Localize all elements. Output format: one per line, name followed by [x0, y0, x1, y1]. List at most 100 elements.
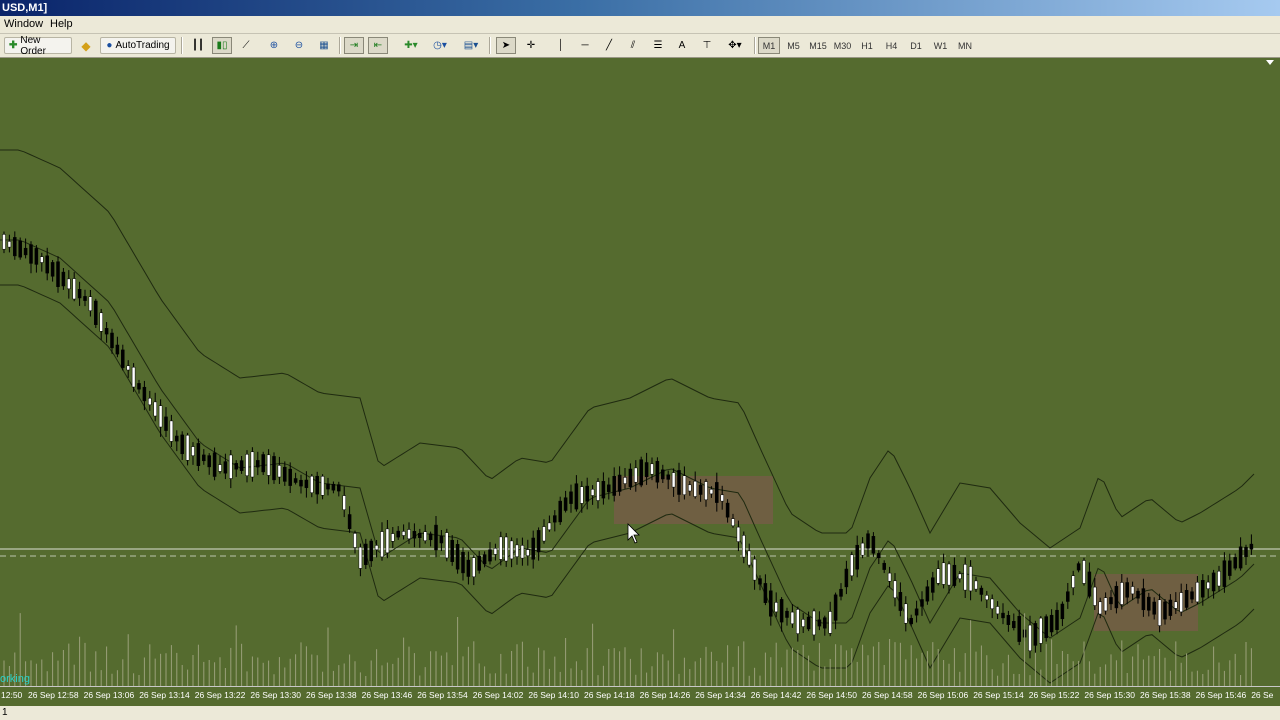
new-order-label: New Order — [20, 34, 46, 57]
candle-body — [331, 483, 336, 491]
candle-body — [223, 461, 228, 474]
candle-body — [218, 464, 222, 472]
candle-body — [1098, 601, 1102, 615]
candle-body — [569, 491, 573, 504]
periods-button[interactable]: ◷▾ — [428, 37, 452, 54]
candle-body — [434, 524, 438, 551]
zoom-in-button[interactable]: ⊕ — [264, 37, 284, 54]
bar-chart-button[interactable]: ┃┃ — [189, 37, 207, 54]
toolbar-separator — [181, 37, 183, 54]
candle-body — [1136, 590, 1140, 599]
timeframe-h4-button[interactable]: H4 — [881, 37, 903, 54]
candle-body — [72, 278, 76, 300]
candle-body — [342, 495, 346, 510]
candle-body — [655, 461, 660, 483]
candle-body — [499, 536, 503, 560]
candle-body — [488, 549, 492, 562]
timeframe-m1-button[interactable]: M1 — [758, 37, 780, 54]
timeframe-m15-button[interactable]: M15 — [807, 37, 829, 54]
channel-button[interactable]: ⫽ — [623, 37, 643, 54]
candle-body — [99, 312, 103, 332]
candle-body — [504, 536, 508, 562]
time-tick-label: 26 Sep 15:38 — [1140, 690, 1191, 700]
candle-body — [245, 454, 249, 476]
time-tick-label: 26 Sep 13:22 — [194, 690, 246, 700]
timeframe-m30-button[interactable]: M30 — [832, 37, 854, 54]
autotrading-button[interactable]: ● AutoTrading — [100, 37, 176, 54]
candle-body — [1114, 585, 1119, 609]
horizontal-line-button[interactable]: ─ — [575, 37, 595, 54]
candle-body — [1222, 560, 1227, 587]
vertical-line-button[interactable]: │ — [551, 37, 571, 54]
scroll-arrow-icon — [1266, 60, 1274, 65]
candlestick-button[interactable]: ▮▯ — [212, 37, 232, 54]
candle-body — [553, 515, 557, 523]
timeframe-mn-button[interactable]: MN — [954, 37, 976, 54]
candle-body — [963, 564, 967, 591]
text-tool-button[interactable]: A — [672, 37, 692, 54]
tile-windows-button[interactable]: ▦ — [314, 37, 334, 54]
timeframe-d1-button[interactable]: D1 — [905, 37, 927, 54]
candle-body — [920, 599, 924, 607]
candle-body — [493, 548, 498, 555]
meta-editor-button[interactable]: ◆ — [77, 37, 95, 54]
chart-shift-icon: ⇤ — [373, 40, 383, 51]
candle-body — [968, 566, 973, 592]
crosshair-tool-button[interactable]: ✛ — [521, 37, 541, 54]
candle-body — [250, 451, 255, 478]
candle-body — [169, 420, 174, 442]
indicators-button[interactable]: ✚▾ — [399, 37, 423, 54]
candle-body — [1238, 546, 1243, 569]
time-tick-label: 26 Sep 14:34 — [695, 690, 746, 700]
candle-body — [682, 475, 687, 495]
cursor-tool-button[interactable]: ➤ — [496, 37, 516, 54]
candle-body — [1076, 563, 1081, 571]
candle-body — [131, 366, 136, 388]
trendline-button[interactable]: ╱ — [599, 37, 619, 54]
candle-body — [585, 485, 589, 502]
candle-body — [315, 475, 319, 495]
templates-button[interactable]: ▤▾ — [459, 37, 483, 54]
candle-body — [1228, 560, 1232, 576]
candle-body — [563, 497, 568, 511]
auto-scroll-button[interactable]: ⇥ — [344, 37, 364, 54]
status-bar: 1 — [0, 705, 1280, 720]
menu-window[interactable]: Window — [4, 18, 43, 30]
chart-shift-button[interactable]: ⇤ — [368, 37, 388, 54]
arrows-button[interactable]: ✥▾ — [722, 37, 748, 54]
candle-body — [374, 545, 379, 551]
chart-canvas[interactable]: orking — [0, 58, 1280, 686]
text-label-button[interactable]: ⊤ — [697, 37, 717, 54]
price-chart[interactable]: orking — [0, 58, 1280, 686]
candle-body — [1195, 582, 1200, 603]
time-tick-label: 26 Sep 14:18 — [584, 690, 635, 700]
candle-body — [126, 365, 130, 371]
candle-body — [439, 535, 444, 544]
candle-body — [601, 481, 606, 499]
menu-help[interactable]: Help — [50, 18, 73, 30]
time-axis: 12:50 26 Sep 12:58 26 Sep 13:06 26 Sep 13:1… — [0, 686, 1280, 706]
line-chart-button[interactable]: ⟋ — [237, 37, 255, 54]
candle-body — [974, 580, 978, 590]
autotrading-icon: ● — [106, 40, 113, 51]
indicators-icon: ✚▾ — [404, 40, 418, 51]
candle-body — [455, 544, 460, 570]
candle-body — [806, 616, 811, 630]
timeframe-m5-button[interactable]: M5 — [783, 37, 805, 54]
timeframe-w1-button[interactable]: W1 — [930, 37, 952, 54]
new-order-button[interactable]: ✚ New Order — [4, 34, 72, 57]
fibonacci-button[interactable]: ☰ — [648, 37, 668, 54]
timeframe-h1-button[interactable]: H1 — [856, 37, 878, 54]
candle-body — [477, 555, 481, 571]
candle-body — [590, 489, 595, 496]
candle-body — [299, 479, 303, 487]
candle-body — [979, 587, 984, 595]
crosshair-icon: ✛ — [526, 40, 536, 51]
candle-body — [671, 472, 676, 488]
zoom-out-button[interactable]: ⊖ — [289, 37, 309, 54]
candle-body — [623, 477, 627, 484]
status-text: 1 — [2, 707, 8, 718]
candle-body — [7, 241, 12, 248]
candle-body — [931, 577, 935, 593]
time-tick-label: 26 Sep 14:42 — [750, 690, 802, 700]
